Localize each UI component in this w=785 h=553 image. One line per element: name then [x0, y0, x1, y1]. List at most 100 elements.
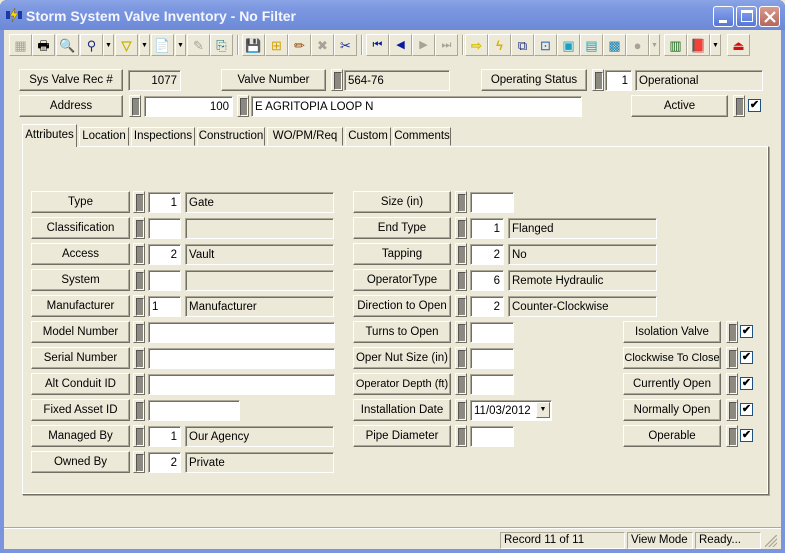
print-button[interactable]: 🖶 — [32, 34, 55, 56]
first-record-button[interactable]: ⏮ — [366, 34, 389, 56]
turns-to-open-lock[interactable] — [455, 321, 467, 343]
title-bar[interactable]: Storm System Valve Inventory - No Filter — [0, 0, 785, 30]
tab-construction[interactable]: Construction — [197, 127, 265, 146]
operable-button[interactable]: Operable — [623, 425, 721, 447]
connect-button[interactable]: ⊡ — [534, 34, 557, 56]
operator-type-lock[interactable] — [455, 269, 467, 291]
owned-by-code[interactable]: 2 — [148, 452, 181, 473]
clockwise-to-close-button[interactable]: Clockwise To Close — [623, 347, 721, 369]
export-button[interactable]: ⎘ — [210, 34, 233, 56]
operating-status-lock[interactable] — [592, 69, 604, 91]
active-lock[interactable] — [733, 95, 745, 117]
size-lock[interactable] — [455, 191, 467, 213]
type-lock[interactable] — [133, 191, 145, 213]
active-checkbox[interactable]: ✔ — [748, 99, 761, 112]
pipe-diameter-field[interactable] — [470, 426, 514, 447]
model-number-button[interactable]: Model Number — [31, 321, 130, 343]
form-view-button[interactable]: ▦ — [9, 34, 32, 56]
currently-open-lock[interactable] — [726, 373, 738, 395]
chevron-down-icon[interactable]: ▼ — [536, 402, 550, 418]
edit-form-button[interactable]: ✎ — [187, 34, 210, 56]
help-dropdown[interactable]: ▼ — [710, 34, 721, 56]
turns-to-open-field[interactable] — [470, 322, 514, 343]
direction-to-open-lock[interactable] — [455, 295, 467, 317]
map-button[interactable]: ▩ — [603, 34, 626, 56]
minimize-button[interactable] — [713, 6, 734, 27]
goto-button[interactable]: ⇨ — [465, 34, 488, 56]
isolation-valve-lock[interactable] — [726, 321, 738, 343]
manufacturer-lock[interactable] — [133, 295, 145, 317]
owned-by-button[interactable]: Owned By — [31, 451, 130, 473]
filter-button[interactable]: ▽ — [115, 34, 138, 56]
oper-nut-size-button[interactable]: Oper Nut Size (in) — [353, 347, 451, 369]
tapping-button[interactable]: Tapping — [353, 243, 451, 265]
add-record-button[interactable]: ⊞ — [265, 34, 288, 56]
size-field[interactable] — [470, 192, 514, 213]
alt-conduit-id-button[interactable]: Alt Conduit ID — [31, 373, 130, 395]
clockwise-to-close-checkbox[interactable]: ✔ — [740, 351, 753, 364]
normally-open-checkbox[interactable]: ✔ — [740, 403, 753, 416]
installation-date-lock[interactable] — [455, 399, 467, 421]
chat-dropdown[interactable]: ▼ — [649, 34, 660, 56]
fixed-asset-id-button[interactable]: Fixed Asset ID — [31, 399, 130, 421]
oper-nut-size-lock[interactable] — [455, 347, 467, 369]
serial-number-field[interactable] — [148, 348, 335, 369]
classification-button[interactable]: Classification — [31, 217, 130, 239]
save-button[interactable]: 💾 — [242, 34, 265, 56]
spreadsheet-button[interactable]: ▥ — [664, 34, 687, 56]
tab-comments[interactable]: Comments — [393, 127, 451, 146]
classification-lock[interactable] — [133, 217, 145, 239]
operator-type-button[interactable]: OperatorType — [353, 269, 451, 291]
isolation-valve-button[interactable]: Isolation Valve — [623, 321, 721, 343]
chat-button[interactable]: ● — [626, 34, 649, 56]
access-button[interactable]: Access — [31, 243, 130, 265]
operating-status-code[interactable]: 1 — [605, 70, 632, 91]
direction-to-open-code[interactable]: 2 — [470, 296, 504, 317]
operator-type-code[interactable]: 6 — [470, 270, 504, 291]
report-button[interactable]: 📄 — [151, 34, 174, 56]
address-number-field[interactable]: 100 — [144, 96, 233, 117]
delete-button[interactable]: ✖ — [311, 34, 334, 56]
isolation-valve-checkbox[interactable]: ✔ — [740, 325, 753, 338]
hierarchy-button[interactable]: ⧉ — [511, 34, 534, 56]
close-button[interactable] — [759, 6, 780, 27]
fixed-asset-id-field[interactable] — [148, 400, 240, 421]
active-button[interactable]: Active — [631, 95, 728, 117]
normally-open-lock[interactable] — [726, 399, 738, 421]
valve-number-button[interactable]: Valve Number — [221, 69, 326, 91]
size-button[interactable]: Size (in) — [353, 191, 451, 213]
operator-depth-field[interactable] — [470, 374, 514, 395]
oper-nut-size-field[interactable] — [470, 348, 514, 369]
end-type-button[interactable]: End Type — [353, 217, 451, 239]
tab-location[interactable]: Location — [79, 127, 129, 146]
next-record-button[interactable]: ▶ — [412, 34, 435, 56]
system-button[interactable]: System — [31, 269, 130, 291]
help-book-button[interactable]: 📕 — [687, 34, 710, 56]
normally-open-button[interactable]: Normally Open — [623, 399, 721, 421]
sys-valve-rec-button[interactable]: Sys Valve Rec # — [19, 69, 123, 91]
tab-custom[interactable]: Custom — [345, 127, 391, 146]
currently-open-button[interactable]: Currently Open — [623, 373, 721, 395]
currently-open-checkbox[interactable]: ✔ — [740, 377, 753, 390]
manufacturer-button[interactable]: Manufacturer — [31, 295, 130, 317]
system-lock[interactable] — [133, 269, 145, 291]
address-button[interactable]: Address — [19, 95, 123, 117]
find-button[interactable]: ⚲ — [80, 34, 103, 56]
tab-wo-pm-req[interactable]: WO/PM/Req — [267, 127, 343, 146]
installation-date-button[interactable]: Installation Date — [353, 399, 451, 421]
find-dropdown[interactable]: ▼ — [103, 34, 114, 56]
clockwise-to-close-lock[interactable] — [726, 347, 738, 369]
valve-number-lock[interactable] — [331, 69, 343, 91]
cut-button[interactable]: ✂ — [334, 34, 357, 56]
address-lock[interactable] — [129, 95, 141, 117]
serial-number-button[interactable]: Serial Number — [31, 347, 130, 369]
direction-to-open-button[interactable]: Direction to Open — [353, 295, 451, 317]
operable-lock[interactable] — [726, 425, 738, 447]
pipe-diameter-button[interactable]: Pipe Diameter — [353, 425, 451, 447]
pipe-diameter-lock[interactable] — [455, 425, 467, 447]
valve-number-field[interactable]: 564-76 — [344, 70, 450, 91]
serial-number-lock[interactable] — [133, 347, 145, 369]
tab-inspections[interactable]: Inspections — [131, 127, 195, 146]
manufacturer-code[interactable]: 1 — [148, 296, 181, 317]
managed-by-code[interactable]: 1 — [148, 426, 181, 447]
